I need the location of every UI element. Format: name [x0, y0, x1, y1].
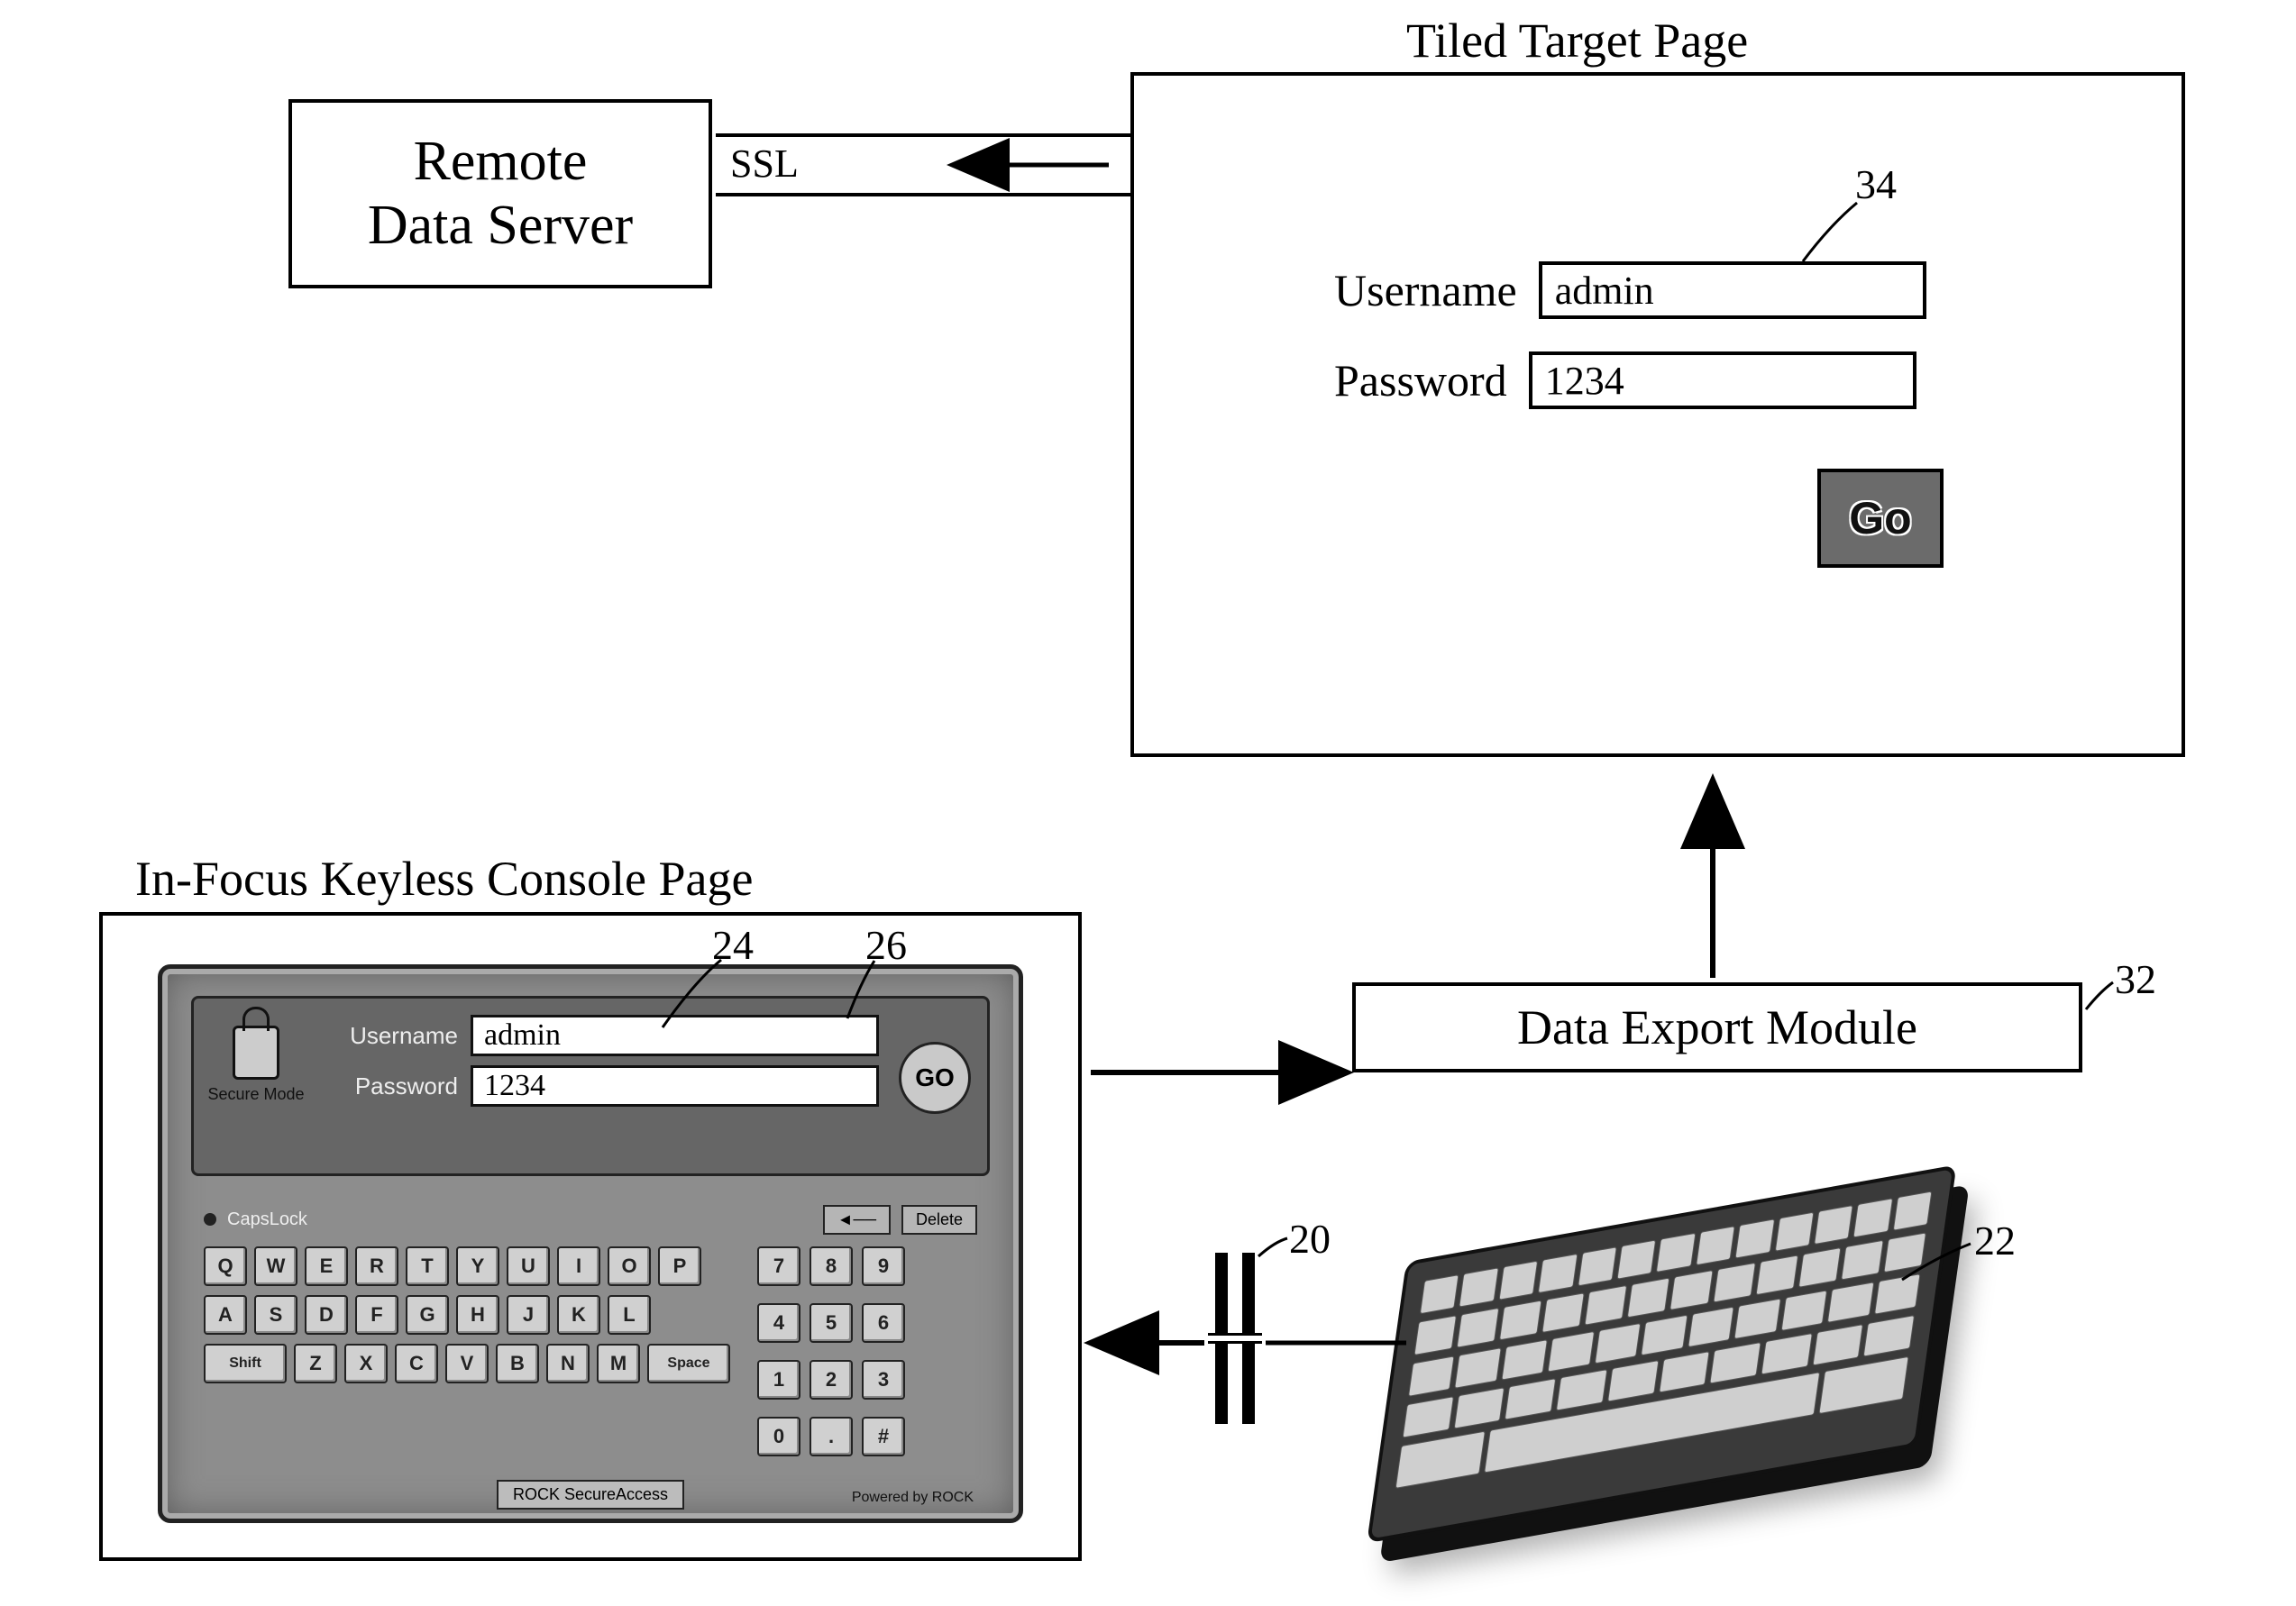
numkey-5[interactable]: 5: [810, 1303, 853, 1343]
numpad: 789 456 123 0.#: [757, 1246, 905, 1465]
ref-20: 20: [1289, 1215, 1331, 1263]
ref-34: 34: [1855, 160, 1897, 208]
numkey-#[interactable]: #: [862, 1417, 905, 1456]
kbd-row: ASDFGHJKL: [204, 1295, 730, 1335]
device-username-input[interactable]: [471, 1015, 879, 1056]
target-username-label: Username: [1334, 264, 1517, 316]
powered-by-label: Powered by ROCK: [852, 1490, 974, 1506]
brand-tag: ROCK SecureAccess: [497, 1480, 684, 1510]
key-v[interactable]: V: [445, 1344, 489, 1383]
numkey-.[interactable]: .: [810, 1417, 853, 1456]
key-k[interactable]: K: [557, 1295, 600, 1335]
console-page-title: In-Focus Keyless Console Page: [135, 851, 753, 907]
key-m[interactable]: M: [597, 1344, 640, 1383]
remote-data-server-label: Remote Data Server: [368, 130, 633, 259]
key-c[interactable]: C: [395, 1344, 438, 1383]
key-q[interactable]: Q: [204, 1246, 247, 1286]
key-i[interactable]: I: [557, 1246, 600, 1286]
capslock-label: CapsLock: [227, 1209, 307, 1230]
input-filter: [1208, 1253, 1262, 1424]
key-u[interactable]: U: [507, 1246, 550, 1286]
key-h[interactable]: H: [456, 1295, 499, 1335]
numkey-1[interactable]: 1: [757, 1360, 800, 1400]
delete-button[interactable]: Delete: [901, 1205, 977, 1235]
key-x[interactable]: X: [344, 1344, 388, 1383]
ref-24: 24: [712, 921, 754, 969]
device-password-input[interactable]: [471, 1065, 879, 1107]
target-password-input[interactable]: [1529, 351, 1916, 409]
keyless-device: Secure Mode Username Password GO CapsLoc…: [158, 964, 1023, 1523]
numkey-8[interactable]: 8: [810, 1246, 853, 1286]
key-f[interactable]: F: [355, 1295, 398, 1335]
secure-mode-label: Secure Mode: [206, 1085, 306, 1104]
ref-32: 32: [2115, 955, 2156, 1003]
device-go-button[interactable]: GO: [899, 1042, 971, 1114]
numkey-4[interactable]: 4: [757, 1303, 800, 1343]
target-password-row: Password: [1334, 351, 1916, 409]
target-username-row: Username: [1334, 261, 1926, 319]
device-screen: Secure Mode Username Password GO: [191, 996, 990, 1176]
key-b[interactable]: B: [496, 1344, 539, 1383]
key-a[interactable]: A: [204, 1295, 247, 1335]
backspace-button[interactable]: ◄──: [823, 1205, 891, 1235]
space-key[interactable]: Space: [647, 1344, 730, 1383]
physical-keyboard[interactable]: [1367, 1164, 1956, 1543]
device-password-row: Password: [329, 1065, 879, 1107]
shift-key[interactable]: Shift: [204, 1344, 287, 1383]
ssl-label: SSL: [730, 141, 799, 187]
key-y[interactable]: Y: [456, 1246, 499, 1286]
device-password-label: Password: [329, 1072, 458, 1100]
numkey-3[interactable]: 3: [862, 1360, 905, 1400]
numkey-9[interactable]: 9: [862, 1246, 905, 1286]
capslock-indicator-icon: [204, 1213, 216, 1226]
key-e[interactable]: E: [305, 1246, 348, 1286]
device-username-label: Username: [329, 1022, 458, 1050]
lock-icon: [233, 1026, 279, 1080]
target-go-button[interactable]: Go: [1817, 469, 1944, 568]
numkey-0[interactable]: 0: [757, 1417, 800, 1456]
onscreen-keyboard: QWERTYUIOP ASDFGHJKL ShiftZXCVBNMSpace 789…: [204, 1246, 977, 1465]
key-o[interactable]: O: [608, 1246, 651, 1286]
key-s[interactable]: S: [254, 1295, 297, 1335]
key-d[interactable]: D: [305, 1295, 348, 1335]
numkey-6[interactable]: 6: [862, 1303, 905, 1343]
key-r[interactable]: R: [355, 1246, 398, 1286]
data-export-module-box: Data Export Module: [1352, 982, 2082, 1072]
target-username-input[interactable]: [1539, 261, 1926, 319]
tiled-target-page-title: Tiled Target Page: [1406, 13, 1748, 68]
key-t[interactable]: T: [406, 1246, 449, 1286]
key-w[interactable]: W: [254, 1246, 297, 1286]
device-caps-row: CapsLock ◄── Delete: [204, 1200, 977, 1239]
ref-22: 22: [1974, 1217, 2016, 1264]
ref-26: 26: [865, 921, 907, 969]
numkey-7[interactable]: 7: [757, 1246, 800, 1286]
numkey-2[interactable]: 2: [810, 1360, 853, 1400]
data-export-module-label: Data Export Module: [1517, 999, 1917, 1055]
key-j[interactable]: J: [507, 1295, 550, 1335]
kbd-row: QWERTYUIOP: [204, 1246, 730, 1286]
key-z[interactable]: Z: [294, 1344, 337, 1383]
key-g[interactable]: G: [406, 1295, 449, 1335]
target-password-label: Password: [1334, 354, 1507, 406]
tiled-target-page-box: [1130, 72, 2185, 757]
secure-mode-indicator: Secure Mode: [206, 1026, 306, 1104]
key-l[interactable]: L: [608, 1295, 651, 1335]
key-n[interactable]: N: [546, 1344, 590, 1383]
device-username-row: Username: [329, 1015, 879, 1056]
key-p[interactable]: P: [658, 1246, 701, 1286]
remote-data-server-box: Remote Data Server: [288, 99, 712, 288]
kbd-row: ShiftZXCVBNMSpace: [204, 1344, 730, 1383]
